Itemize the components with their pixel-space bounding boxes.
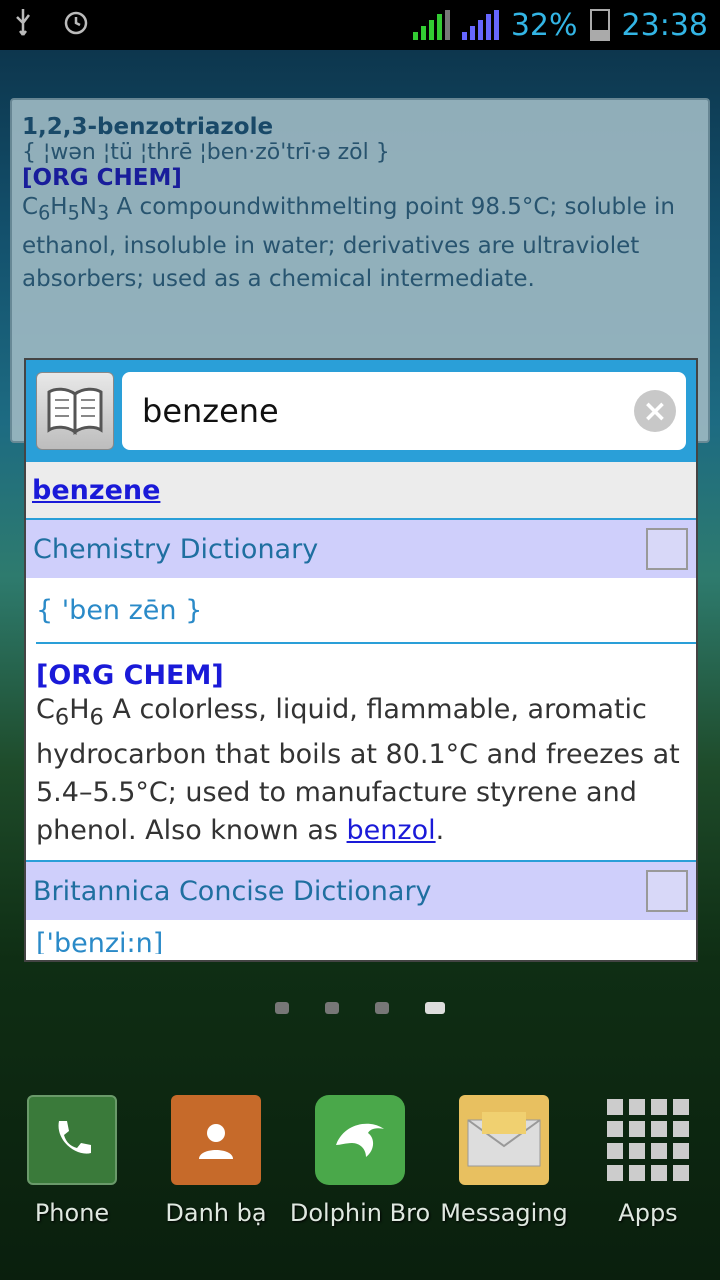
headword-link[interactable]: benzene <box>32 475 160 506</box>
dock-label: Phone <box>34 1199 110 1227</box>
page-dot <box>325 1002 339 1014</box>
entry-term: 1,2,3-benzotriazole <box>22 114 274 140</box>
battery-icon <box>589 9 610 41</box>
search-bar: × <box>26 360 696 462</box>
signal-icon <box>412 10 450 40</box>
phone-icon <box>27 1095 117 1185</box>
dolphin-browser-icon <box>315 1095 405 1185</box>
entry-tag: [ORG CHEM] <box>22 165 182 191</box>
dictionary-name: Chemistry Dictionary <box>33 533 319 565</box>
home-dock: Phone Danh bạ Dolphin Bro Messaging Apps <box>0 1095 720 1245</box>
clear-search-button[interactable]: × <box>634 390 676 432</box>
book-icon <box>47 387 103 435</box>
battery-percent: 32% <box>510 7 578 43</box>
search-input[interactable] <box>142 392 634 430</box>
entry-tag: [ORG CHEM] <box>36 660 224 691</box>
dock-item-contacts[interactable]: Danh bạ <box>144 1095 288 1245</box>
page-dot <box>375 1002 389 1014</box>
search-field[interactable]: × <box>122 372 686 450</box>
dock-label: Danh bạ <box>165 1199 267 1227</box>
cross-reference-link[interactable]: benzol <box>347 815 436 846</box>
entry-pronunciation: { ¦wən ¦tü ¦thrē ¦ben·zō'trī·ə zōl } <box>22 140 390 165</box>
dock-label: Messaging <box>440 1199 568 1227</box>
page-dot <box>275 1002 289 1014</box>
pronunciation: ['benzi:n] <box>36 928 164 955</box>
page-indicator <box>0 1002 720 1014</box>
dock-label: Dolphin Bro <box>289 1199 431 1227</box>
dictionary-header-chemistry[interactable]: Chemistry Dictionary <box>26 520 696 578</box>
signal-icon <box>461 10 499 40</box>
page-dot-active <box>425 1002 445 1014</box>
dock-label: Apps <box>618 1199 678 1227</box>
messaging-icon <box>459 1095 549 1185</box>
pronunciation: { 'ben zēn } <box>36 594 203 626</box>
dictionary-checkbox[interactable] <box>646 528 688 570</box>
dock-item-messaging[interactable]: Messaging <box>432 1095 576 1245</box>
lookup-popup: × benzene Chemistry Dictionary { 'ben zē… <box>24 358 698 962</box>
entry-definition: C6H6 A colorless, liquid, flammable, aro… <box>36 694 680 847</box>
close-icon: × <box>642 393 668 429</box>
definition-entry: [ORG CHEM] C6H6 A colorless, liquid, fla… <box>26 644 696 860</box>
dock-item-dolphin-browser[interactable]: Dolphin Bro <box>288 1095 432 1245</box>
dock-item-phone[interactable]: Phone <box>0 1095 144 1245</box>
dictionary-checkbox[interactable] <box>646 870 688 913</box>
clock: 23:38 <box>621 7 708 43</box>
contacts-icon <box>171 1095 261 1185</box>
dictionary-book-button[interactable] <box>36 372 114 450</box>
usb-icon <box>12 7 34 43</box>
entry-definition: C6H5N3 A compoundwithmelting point 98.5°… <box>22 194 675 292</box>
headword-row: benzene <box>26 462 696 520</box>
dictionary-name: Britannica Concise Dictionary <box>33 875 432 907</box>
dock-item-apps[interactable]: Apps <box>576 1095 720 1245</box>
alarm-icon <box>62 8 90 42</box>
apps-grid-icon <box>603 1095 693 1185</box>
dictionary-header-britannica[interactable]: Britannica Concise Dictionary <box>26 862 696 921</box>
status-bar: 32% 23:38 <box>0 0 720 50</box>
